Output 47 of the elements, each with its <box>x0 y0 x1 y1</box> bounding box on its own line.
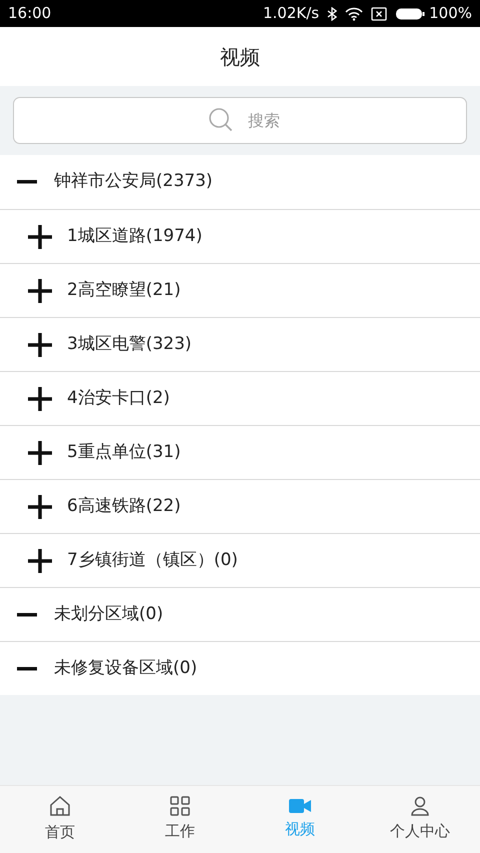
plus-icon[interactable] <box>28 548 52 572</box>
plus-icon[interactable] <box>28 278 52 302</box>
tree-row[interactable]: 2高空瞭望(21) <box>0 263 480 317</box>
status-time: 16:00 <box>8 3 52 24</box>
tree-row[interactable]: 未修复设备区域(0) <box>0 641 480 695</box>
search-field[interactable]: 搜索 <box>13 97 467 144</box>
battery-percent: 100% <box>429 3 472 24</box>
plus-icon[interactable] <box>28 494 52 518</box>
tree-row[interactable]: 钟祥市公安局(2373) <box>0 155 480 209</box>
nav-tab[interactable]: 个人中心 <box>360 786 480 853</box>
tree-row[interactable]: 未划分区域(0) <box>0 587 480 641</box>
tree-row[interactable]: 7乡镇街道（镇区）(0) <box>0 533 480 587</box>
sim-icon <box>371 6 388 20</box>
tree-row[interactable]: 4治安卡口(2) <box>0 371 480 425</box>
tree-row[interactable]: 5重点单位(31) <box>0 425 480 479</box>
nav-tab[interactable]: 首页 <box>0 786 120 853</box>
grid-icon <box>170 796 190 816</box>
page-title: 视频 <box>220 44 260 70</box>
minus-icon[interactable] <box>17 180 37 184</box>
tree-row[interactable]: 6高速铁路(22) <box>0 479 480 533</box>
tree-label: 1城区道路(1974) <box>67 224 202 248</box>
plus-icon[interactable] <box>28 332 52 356</box>
wifi-icon <box>345 6 364 20</box>
tree-row[interactable]: 3城区电警(323) <box>0 317 480 371</box>
tree-label: 6高速铁路(22) <box>67 494 181 518</box>
nav-tab[interactable]: 工作 <box>120 786 240 853</box>
tree-label: 钟祥市公安局(2373) <box>54 170 213 194</box>
tree-label: 未划分区域(0) <box>54 602 164 626</box>
minus-icon[interactable] <box>17 666 37 670</box>
tree-row[interactable]: 1城区道路(1974) <box>0 209 480 263</box>
person-icon <box>410 796 430 816</box>
tree-label: 7乡镇街道（镇区）(0) <box>67 548 238 572</box>
home-icon <box>49 795 71 818</box>
minus-icon[interactable] <box>17 612 37 616</box>
plus-icon[interactable] <box>28 440 52 464</box>
tree-label: 3城区电警(323) <box>67 332 192 356</box>
tree-label: 2高空瞭望(21) <box>67 278 181 302</box>
plus-icon[interactable] <box>28 224 52 248</box>
video-camera-icon <box>289 798 311 814</box>
battery-icon <box>395 6 426 20</box>
network-speed: 1.02K/s <box>263 3 320 24</box>
search-icon <box>208 107 234 133</box>
bluetooth-icon <box>327 6 338 20</box>
tree-label: 4治安卡口(2) <box>67 386 170 410</box>
tree-label: 5重点单位(31) <box>67 440 181 464</box>
plus-icon[interactable] <box>28 386 52 410</box>
tree-label: 未修复设备区域(0) <box>54 656 198 680</box>
